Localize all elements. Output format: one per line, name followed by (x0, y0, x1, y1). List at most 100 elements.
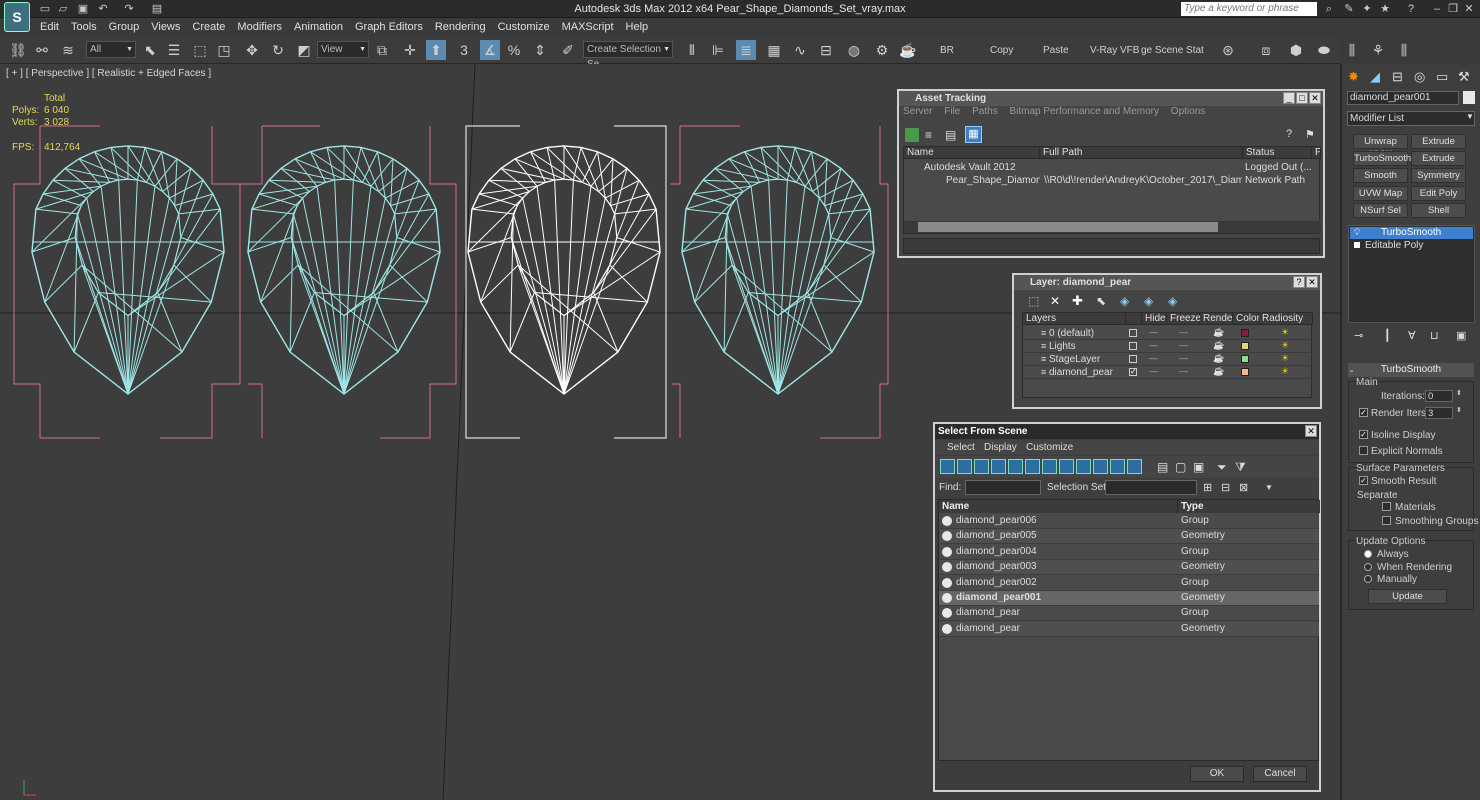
binoculars-icon[interactable]: ⌕ (1322, 2, 1336, 16)
hide-toggle[interactable]: — (1149, 366, 1158, 376)
list-icon[interactable]: ≡ (925, 128, 939, 142)
menu-create[interactable]: Create (186, 19, 231, 36)
menu-display[interactable]: Display (984, 442, 1017, 453)
communication-icon[interactable]: ✦ (1360, 2, 1374, 16)
menu-animation[interactable]: Animation (288, 19, 349, 36)
menu-customize[interactable]: Customize (492, 19, 556, 36)
nsurf-sel-button[interactable]: NSurf Sel (1353, 203, 1408, 218)
display-frozen-icon[interactable] (1110, 459, 1125, 474)
smooth-result-checkbox[interactable]: ✓ (1359, 476, 1368, 485)
filter-settings-icon[interactable]: ⧩ (1235, 460, 1246, 475)
freeze-toggle[interactable]: — (1179, 366, 1188, 376)
motion-tab-icon[interactable]: ◎ (1414, 69, 1425, 85)
extrude-button-2[interactable]: Extrude (1411, 151, 1466, 166)
render-teapot-icon[interactable]: ☕ (1213, 353, 1224, 364)
select-objects-icon[interactable]: ⬉ (1096, 294, 1106, 308)
smoothing-groups-checkbox[interactable] (1382, 516, 1391, 525)
details-icon[interactable]: ▤ (945, 128, 959, 142)
rollout-collapse-icon[interactable]: - (1350, 366, 1353, 377)
col-color[interactable]: Color (1233, 313, 1260, 325)
options-arrow-icon[interactable]: ▼ (1265, 483, 1273, 492)
modifier-list-dropdown[interactable]: Modifier List (1347, 111, 1475, 126)
viewport-label[interactable]: [ + ] [ Perspective ] [ Realistic + Edge… (6, 68, 211, 79)
named-selection-set-dropdown[interactable]: Create Selection Se (583, 41, 673, 70)
display-lights-icon[interactable] (974, 459, 989, 474)
extrude-button[interactable]: Extrude (1411, 134, 1466, 149)
hide-toggle[interactable]: — (1149, 340, 1158, 350)
asset-name[interactable]: Pear_Shape_Diamon... (946, 174, 1040, 187)
freeze-toggle[interactable]: — (1179, 353, 1188, 363)
display-helpers-icon[interactable] (1008, 459, 1023, 474)
lightbulb-icon[interactable]: 💡︎ (1354, 227, 1360, 238)
menu-edit[interactable]: Edit (34, 19, 65, 36)
create-layer-icon[interactable]: ⬚ (1028, 294, 1039, 308)
paint-tool-icon[interactable]: ⬬ (1314, 40, 1334, 60)
col-type[interactable]: Type (1178, 500, 1320, 513)
paste-button[interactable]: Paste (1043, 45, 1069, 56)
highlight-icon[interactable]: ◈ (1120, 294, 1129, 308)
col-current[interactable] (1126, 313, 1142, 325)
layer-color-swatch[interactable] (1241, 342, 1249, 350)
display-bones-icon[interactable] (1076, 459, 1091, 474)
edit-named-selection-icon[interactable]: ✐ (558, 40, 578, 60)
col-hide[interactable]: Hide (1142, 313, 1167, 325)
selset-remove-icon[interactable]: ⊟ (1221, 481, 1230, 494)
layer-color-swatch[interactable] (1241, 355, 1249, 363)
rectangular-selection-icon[interactable]: ⬚ (190, 40, 210, 60)
menu-maxscript[interactable]: MAXScript (556, 19, 620, 36)
display-shapes-icon[interactable] (957, 459, 972, 474)
minimize-icon[interactable]: _ (1283, 92, 1295, 104)
render-iters-checkbox[interactable]: ✓ (1359, 408, 1368, 417)
scene-object-row[interactable]: diamond_pear006 Group (939, 514, 1319, 529)
dropdown-arrow-icon[interactable]: ▼ (1466, 112, 1474, 121)
iterations-spinner[interactable]: 0 (1425, 390, 1453, 402)
radiosity-icon[interactable]: ☀ (1281, 327, 1289, 338)
menu-help[interactable]: Help (620, 19, 655, 36)
layer-window-title[interactable]: Layer: diamond_pear (1014, 275, 1320, 290)
percent-snap-icon[interactable]: % (504, 40, 524, 60)
filter-icon[interactable]: ⏷ (1217, 460, 1227, 475)
schematic-view-icon[interactable]: ⊟ (816, 40, 836, 60)
layer-color-swatch[interactable] (1241, 329, 1249, 337)
display-invert-icon[interactable]: ▣ (1193, 460, 1204, 474)
asset-name[interactable]: Autodesk Vault 2012 (924, 161, 1039, 174)
explicit-normals-checkbox[interactable] (1359, 446, 1368, 455)
remove-modifier-icon[interactable]: ⊔ (1430, 329, 1439, 342)
radiosity-icon[interactable]: ☀ (1281, 366, 1289, 377)
help-icon[interactable]: ? (1293, 276, 1305, 288)
current-layer-toggle[interactable] (1129, 329, 1137, 337)
always-radio[interactable] (1364, 550, 1372, 558)
layer-name[interactable]: 0 (default) (1049, 327, 1094, 340)
restore-icon[interactable]: ❐ (1446, 2, 1460, 16)
delete-layer-icon[interactable]: ✕ (1050, 294, 1060, 308)
scene-object-row[interactable]: diamond_pear Group (939, 606, 1319, 622)
material-editor-icon[interactable]: ◍ (844, 40, 864, 60)
bracket-tool-icon[interactable]: ⫼ (1394, 40, 1414, 60)
favorites-icon[interactable]: ★ (1378, 2, 1392, 16)
minimize-icon[interactable]: – (1430, 2, 1444, 16)
keyboard-shortcut-override-icon[interactable]: ⬆ (426, 40, 446, 60)
scene-object-row[interactable]: diamond_pear005 Geometry (939, 529, 1319, 545)
grid-view-icon[interactable]: ▦ (965, 126, 982, 143)
rotate-icon[interactable]: ↻ (268, 40, 288, 60)
reference-coordinate-dropdown[interactable]: View (317, 41, 369, 58)
align-icon[interactable]: ⊫ (708, 40, 728, 60)
object-name-input[interactable]: diamond_pear001 (1347, 91, 1459, 105)
display-none-icon[interactable]: ▢ (1175, 460, 1186, 474)
stack-item-turbosmooth[interactable]: TurboSmooth (1381, 227, 1441, 238)
col-name[interactable]: Name (904, 147, 1040, 159)
snaps-toggle-icon[interactable]: 3 (454, 40, 474, 60)
display-geometry-icon[interactable] (940, 459, 955, 474)
selection-set-dropdown[interactable] (1105, 480, 1197, 495)
hide-toggle[interactable]: — (1149, 353, 1158, 363)
col-name[interactable]: Name (939, 500, 1178, 513)
current-layer-toggle[interactable] (1129, 342, 1137, 350)
render-teapot-icon[interactable]: ☕ (1213, 366, 1224, 377)
isoline-display-checkbox[interactable]: ✓ (1359, 430, 1368, 439)
menu-graph-editors[interactable]: Graph Editors (349, 19, 429, 36)
copy-button[interactable]: Copy (990, 45, 1013, 56)
mirror-icon[interactable]: ⫴ (682, 40, 702, 60)
menu-file[interactable]: File (944, 106, 960, 117)
rollout-turbosmooth-header[interactable]: TurboSmooth (1348, 363, 1474, 377)
show-end-result-icon[interactable]: ┃ (1384, 329, 1391, 342)
